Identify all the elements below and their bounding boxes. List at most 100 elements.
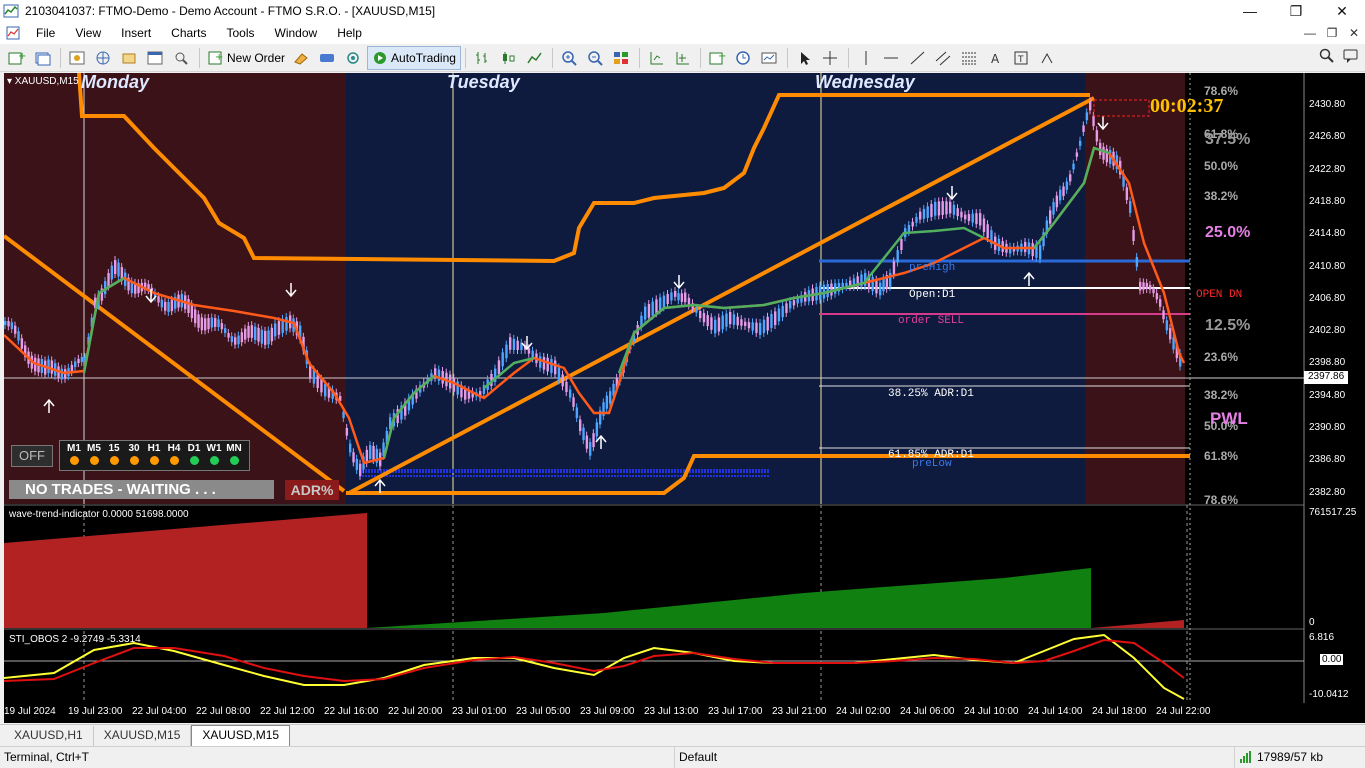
timeframe-item[interactable]: M5 <box>84 443 104 465</box>
profiles-icon[interactable] <box>31 46 55 70</box>
autoscroll-icon[interactable] <box>671 46 695 70</box>
navigator-icon[interactable] <box>92 46 116 70</box>
current-price-label: 2397.86 <box>1308 371 1345 382</box>
tile-windows-icon[interactable] <box>610 46 634 70</box>
menu-view[interactable]: View <box>65 22 111 44</box>
tab-xauusd-h1[interactable]: XAUUSD,H1 <box>4 726 94 746</box>
market-watch-icon[interactable] <box>66 46 90 70</box>
zoom-out-icon[interactable] <box>584 46 608 70</box>
candle-body <box>644 306 647 320</box>
candle-body <box>900 239 903 250</box>
candle-body <box>1079 140 1082 146</box>
candle-body <box>740 319 743 326</box>
candle-body <box>695 307 698 313</box>
maximize-button[interactable]: ❐ <box>1273 0 1319 22</box>
candle-body <box>1129 201 1132 213</box>
arrows-icon[interactable] <box>1036 46 1060 70</box>
minimize-button[interactable]: — <box>1227 0 1273 22</box>
cursor-icon[interactable] <box>793 46 817 70</box>
candle-body <box>714 319 717 334</box>
templates-icon[interactable] <box>758 46 782 70</box>
zoom-in-icon[interactable] <box>558 46 582 70</box>
timeframe-label: H4 <box>167 443 181 454</box>
chart-window-icon[interactable] <box>6 26 20 40</box>
timeframe-item[interactable]: H4 <box>164 443 184 465</box>
candle-body <box>706 315 709 327</box>
candle-body <box>10 322 14 330</box>
timeframe-item[interactable]: D1 <box>184 443 204 465</box>
timeframe-item[interactable]: 15 <box>104 443 124 465</box>
fibonacci-icon[interactable] <box>958 46 982 70</box>
candle-body <box>1125 187 1129 201</box>
line-chart-icon[interactable] <box>523 46 547 70</box>
child-minimize-icon[interactable]: — <box>1299 26 1321 40</box>
candle-body <box>762 319 766 333</box>
menu-help[interactable]: Help <box>327 22 372 44</box>
candlestick-icon[interactable] <box>497 46 521 70</box>
window-title: 2103041037: FTMO-Demo - Demo Account - F… <box>25 4 436 18</box>
tab-xauusd-m15[interactable]: XAUUSD,M15 <box>94 726 192 746</box>
chat-icon[interactable] <box>1343 48 1359 67</box>
menu-insert[interactable]: Insert <box>111 22 161 44</box>
candle-body <box>751 322 754 331</box>
time-tick: 22 Jul 16:00 <box>324 706 379 717</box>
candle-body <box>47 359 50 374</box>
text-label-icon[interactable]: T <box>1010 46 1034 70</box>
child-restore-icon[interactable]: ❐ <box>1321 26 1343 40</box>
data-window-icon[interactable] <box>118 46 142 70</box>
menu-tools[interactable]: Tools <box>217 22 265 44</box>
timeframe-item[interactable]: H1 <box>144 443 164 465</box>
candle-body <box>792 300 796 306</box>
candle-body <box>744 321 747 326</box>
menu-window[interactable]: Window <box>265 22 328 44</box>
timeframe-item[interactable]: MN <box>224 443 244 465</box>
indicators-icon[interactable]: + <box>706 46 730 70</box>
candle-body <box>190 304 194 319</box>
trendline-icon[interactable] <box>906 46 930 70</box>
fib-level-label: 38.2% <box>1204 189 1239 203</box>
toolbar-separator <box>60 47 61 68</box>
menu-charts[interactable]: Charts <box>161 22 216 44</box>
candle-body <box>892 261 896 275</box>
chart-window[interactable]: ▾ XAUUSD,M15 Monday Tuesday Wednesday 00… <box>4 72 1365 723</box>
vertical-line-icon[interactable] <box>854 46 878 70</box>
crosshair-icon[interactable] <box>819 46 843 70</box>
new-chart-icon[interactable]: + <box>5 46 29 70</box>
chart-shift-icon[interactable] <box>645 46 669 70</box>
periods-icon[interactable] <box>732 46 756 70</box>
metaeditor-icon[interactable] <box>290 46 314 70</box>
terminal-icon[interactable] <box>144 46 168 70</box>
candle-body <box>1082 125 1085 132</box>
search-icon[interactable] <box>1319 48 1335 67</box>
timeframe-item[interactable]: M1 <box>64 443 84 465</box>
status-help: Terminal, Ctrl+T <box>0 746 675 768</box>
time-axis[interactable]: 19 Jul 2024 19 Jul 23:00 22 Jul 04:00 22 Ju… <box>4 703 1365 723</box>
candle-body <box>922 208 926 219</box>
tab-xauusd-m15-active[interactable]: XAUUSD,M15 <box>191 725 291 746</box>
candle-body <box>274 323 277 337</box>
close-button[interactable]: ✕ <box>1319 0 1365 22</box>
signals-icon[interactable] <box>316 46 340 70</box>
candle-body <box>595 422 599 437</box>
time-tick: 23 Jul 01:00 <box>452 706 507 717</box>
menu-file[interactable]: File <box>26 22 65 44</box>
bar-chart-icon[interactable] <box>471 46 495 70</box>
off-button[interactable]: OFF <box>11 445 53 467</box>
candle-body <box>74 361 77 368</box>
child-close-icon[interactable]: ✕ <box>1343 26 1365 40</box>
candle-body <box>1169 328 1172 340</box>
candle-body <box>964 214 967 220</box>
timeframe-item[interactable]: 30 <box>124 443 144 465</box>
candle-body <box>875 279 878 294</box>
equidistant-channel-icon[interactable] <box>932 46 956 70</box>
candle-body <box>1135 256 1139 267</box>
strategy-tester-icon[interactable] <box>170 46 194 70</box>
timeframe-item[interactable]: W1 <box>204 443 224 465</box>
horizontal-line-icon[interactable] <box>880 46 904 70</box>
autotrading-button[interactable]: AutoTrading <box>367 45 461 70</box>
new-order-button[interactable]: + New Order <box>204 46 289 70</box>
radio-icon[interactable] <box>342 46 366 70</box>
candle-body <box>589 442 592 456</box>
text-icon[interactable]: A <box>984 46 1008 70</box>
candle-body <box>677 293 680 301</box>
